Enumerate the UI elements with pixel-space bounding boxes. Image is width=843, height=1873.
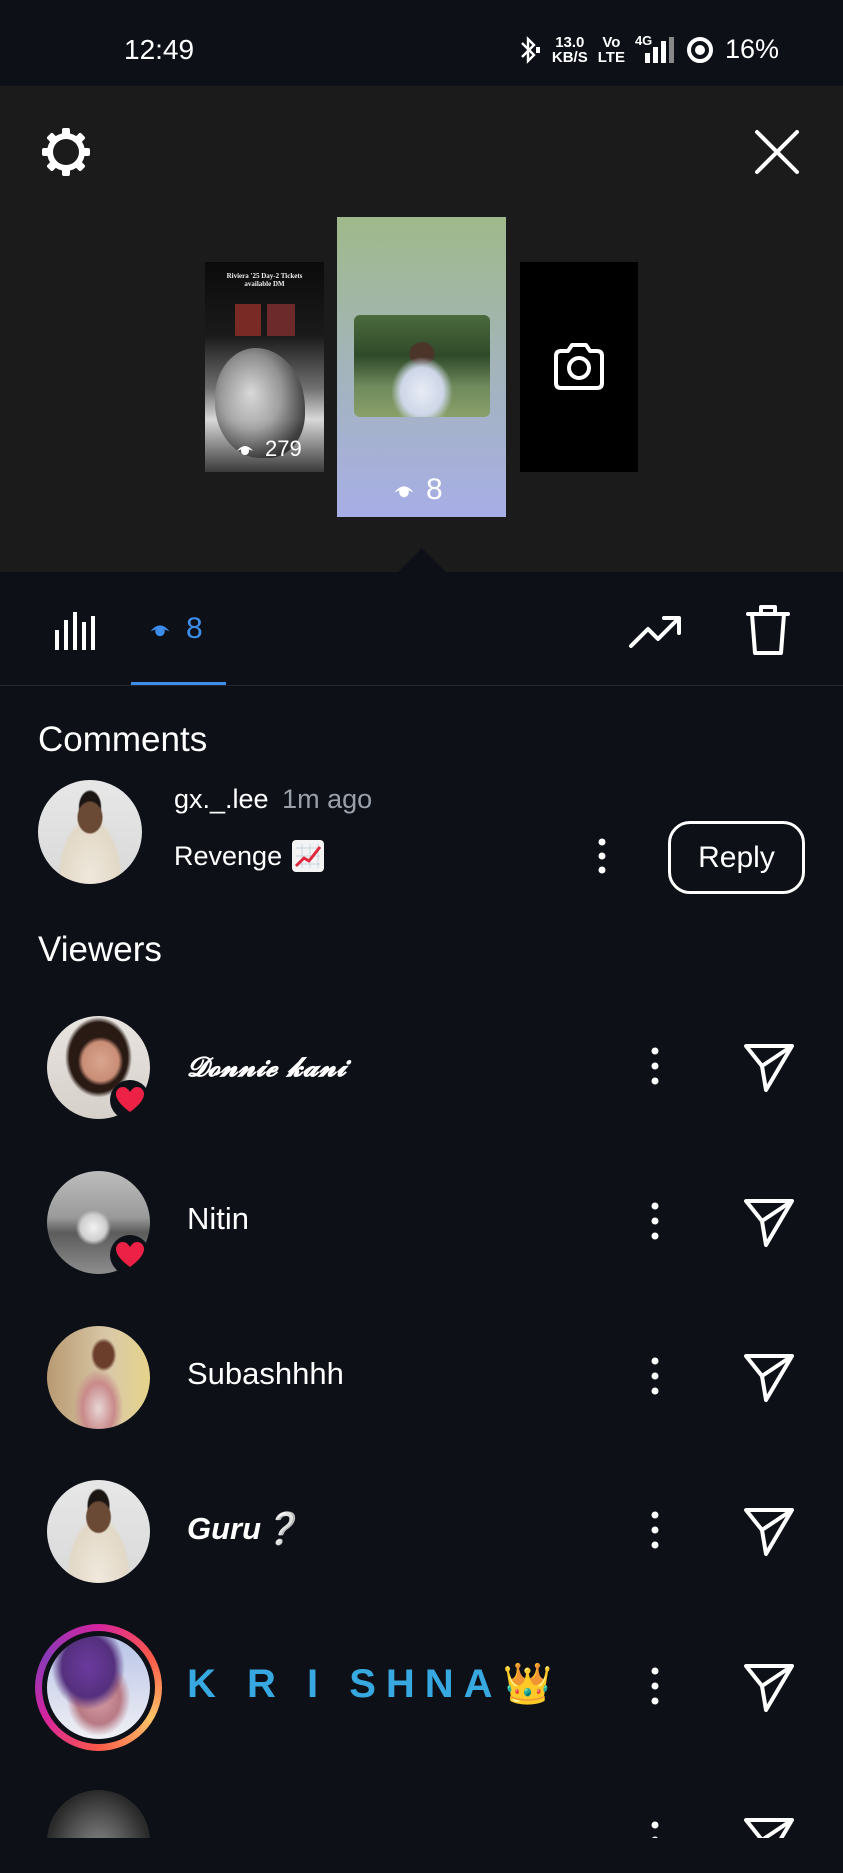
net-speed-unit: KB/S [551,48,588,66]
send-icon[interactable] [742,1195,796,1249]
net-speed: 13.0 KB/S [552,35,588,65]
battery-ring-icon [686,36,713,63]
close-icon[interactable] [751,126,803,178]
add-story-thumbnail[interactable] [520,262,638,472]
avatar[interactable] [47,1636,150,1739]
viewer-name[interactable]: K R I SHNA👑 [187,1660,562,1707]
poster-photo [267,304,295,336]
avatar[interactable] [38,780,142,884]
avatar[interactable] [47,1480,150,1583]
chart-increasing-icon [292,840,325,872]
list-item[interactable]: K R I SHNA👑 [0,1624,843,1766]
list-item[interactable]: Nitin [0,1171,843,1301]
more-options-icon[interactable] [645,1044,665,1088]
heart-icon [116,1087,144,1112]
view-count-text: 8 [426,473,443,506]
comment-username[interactable]: gx._.lee [174,784,269,814]
story-tab-bar: 8 [0,572,843,686]
send-icon[interactable] [742,1504,796,1558]
avatar[interactable] [47,1326,150,1429]
status-bar: 12:49 13.0 KB/S Vo LTE 4G 16% [0,0,843,86]
comment-text: Revenge [174,840,283,871]
story-photo [354,315,490,417]
comment-body: Revenge [174,840,325,872]
viewer-name[interactable]: Guru❔ [187,1510,300,1547]
send-icon[interactable] [742,1350,796,1404]
heart-icon [116,1242,144,1267]
status-icons: 13.0 KB/S Vo LTE 4G 16% [516,33,779,65]
bottom-edge [0,1838,843,1873]
story-thumbnail-current[interactable]: 8 [337,217,506,517]
camera-icon [554,343,604,390]
liked-badge [110,1080,150,1120]
viewers-heading: Viewers [38,930,162,969]
story-preview-panel: Riviera '25 Day-2 Tickets available DM 2… [0,86,843,574]
more-options-icon[interactable] [645,1354,665,1398]
viewer-name[interactable]: 𝓓𝓸𝓷𝓷𝓲𝓮 𝓴𝓪𝓷𝓲 [187,1052,346,1084]
comment-timestamp: 1m ago [282,784,373,814]
tab-viewers[interactable]: 8 [148,612,203,646]
story-view-count: 279 [235,436,302,462]
net-speed-value: 13.0 [555,33,585,51]
poster-photo [235,304,261,336]
active-tab-indicator [131,682,226,685]
viewers-count: 8 [186,612,203,645]
story-thumbnail-previous[interactable]: Riviera '25 Day-2 Tickets available DM 2… [205,262,324,472]
send-icon[interactable] [742,1660,796,1714]
more-options-icon[interactable] [592,836,612,876]
list-item[interactable]: Subashhhh [0,1326,843,1456]
gear-icon[interactable] [38,124,94,180]
story-view-count: 8 [392,473,443,507]
liked-badge [110,1235,150,1275]
list-item[interactable]: Guru❔ [0,1480,843,1610]
reply-button[interactable]: Reply [668,821,805,894]
eye-icon [237,446,253,455]
bluetooth-icon [521,35,540,64]
more-options-icon[interactable] [645,1664,665,1708]
status-time: 12:49 [124,34,195,65]
eye-icon [394,486,414,498]
viewer-name[interactable]: Subashhhh [187,1356,344,1392]
more-options-icon[interactable] [645,1199,665,1243]
trending-up-icon[interactable] [628,612,684,652]
eye-icon [150,625,170,637]
trash-icon[interactable] [744,602,792,658]
battery-percent: 16% [724,34,779,64]
volte-bottom: LTE [597,48,625,66]
selected-story-pointer [396,548,448,574]
volte-indicator: Vo LTE [598,35,625,65]
comments-heading: Comments [38,720,208,759]
signal-icon: 4G [635,33,675,65]
viewer-name[interactable]: Nitin [187,1201,249,1237]
poster-text: Riviera '25 Day-2 Tickets available DM [226,272,303,288]
comment-header: gx._.lee 1m ago [174,784,372,815]
view-count-text: 279 [265,436,302,461]
volte-top: Vo [602,33,621,51]
more-options-icon[interactable] [645,1508,665,1552]
send-icon[interactable] [742,1040,796,1094]
insights-bars-icon[interactable] [52,608,96,652]
list-item[interactable]: 𝓓𝓸𝓷𝓷𝓲𝓮 𝓴𝓪𝓷𝓲 [0,1016,843,1146]
